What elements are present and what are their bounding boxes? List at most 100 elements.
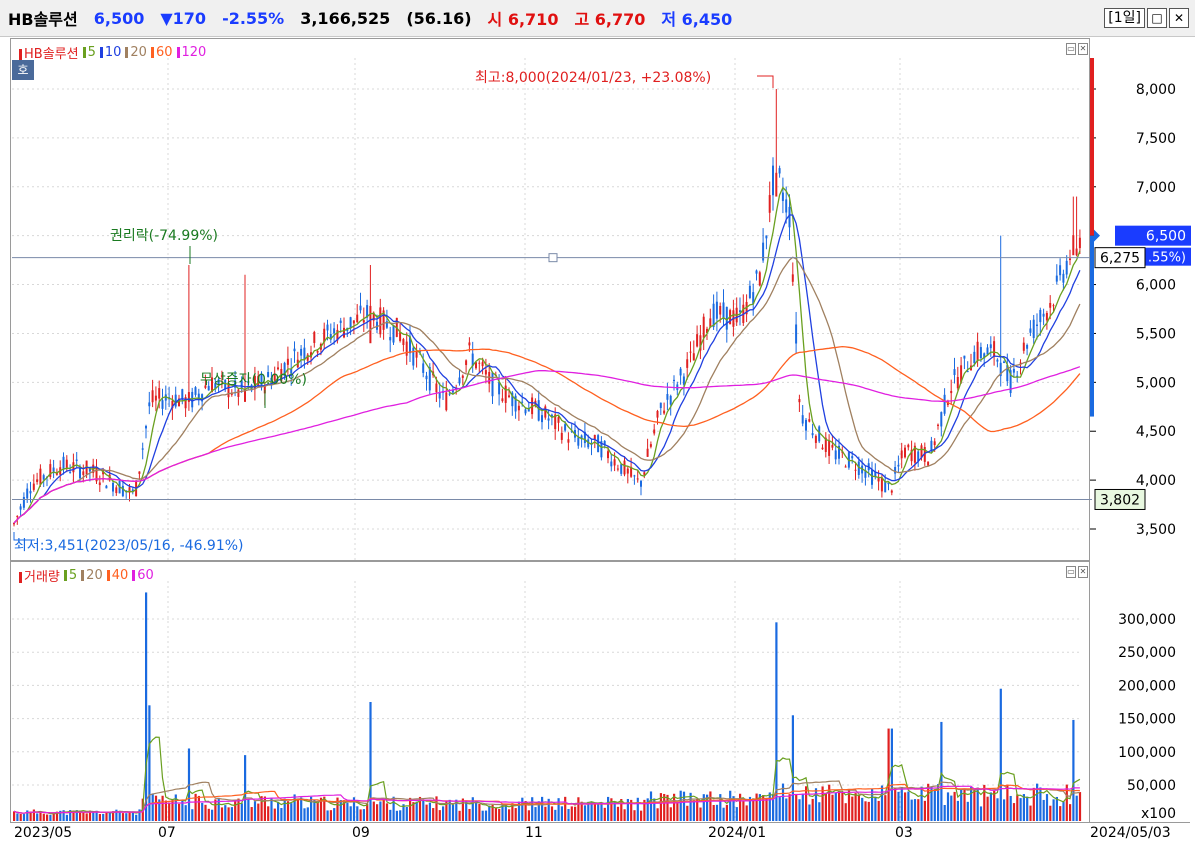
volume-bar [442, 806, 445, 821]
price-candle [145, 426, 147, 429]
volume-bar [871, 789, 874, 821]
price-candle [663, 410, 666, 414]
price-candle [844, 466, 847, 468]
price-candle [1012, 368, 1015, 373]
volume-bar [257, 803, 260, 821]
volume-bar [405, 806, 408, 821]
price-candle [673, 379, 675, 382]
price-candle [349, 317, 352, 329]
price-candle [191, 391, 194, 408]
volume-bar [956, 800, 959, 821]
price-candle [907, 444, 910, 448]
price-candle [692, 353, 695, 361]
price-candle [521, 401, 524, 403]
price-candle [640, 480, 642, 487]
volume-bar [1006, 784, 1009, 821]
price-tick-label: 3,500 [1136, 522, 1176, 538]
x-axis-label: 07 [158, 825, 176, 841]
price-candle [917, 451, 920, 461]
volume-bar [993, 790, 996, 821]
volume-bar [1016, 794, 1019, 821]
volume-bar [679, 790, 682, 821]
volume-bar [125, 813, 128, 821]
volume-tick-label: 100,000 [1118, 745, 1176, 761]
price-candle [649, 444, 652, 447]
price-candle [577, 437, 580, 446]
price-candle [943, 394, 946, 414]
volume-bar [1032, 787, 1035, 821]
price-candle [834, 450, 837, 460]
volume-bar [508, 809, 511, 821]
price-candle [775, 172, 778, 197]
volume-tick-label: 250,000 [1118, 645, 1176, 661]
current-price-marker-icon [1094, 229, 1100, 242]
volume-bar [220, 807, 224, 821]
volume-bar [669, 807, 672, 821]
price-candle [785, 199, 788, 213]
volume-bar [39, 812, 42, 821]
volume-bar [85, 813, 88, 821]
volume-bar [808, 804, 811, 821]
price-candle [1075, 248, 1078, 256]
price-candle [989, 344, 992, 349]
price-candle [702, 316, 705, 338]
volume-bar [267, 806, 270, 821]
price-candle [1036, 324, 1038, 326]
volume-bar [593, 802, 596, 821]
price-candle [1078, 237, 1081, 249]
volume-bar [356, 806, 359, 821]
price-candle [504, 385, 507, 403]
volume-bar [154, 795, 158, 821]
volume-bar [583, 805, 587, 821]
price-candle [1055, 275, 1058, 282]
volume-bar [128, 812, 131, 821]
price-candle [937, 424, 939, 426]
low-line-label: 3,802 [1100, 492, 1140, 508]
volume-bar [121, 813, 125, 821]
volume-bar [633, 810, 636, 821]
volume-bar [923, 800, 926, 821]
price-candle [42, 475, 45, 480]
volume-bar [623, 809, 626, 821]
volume-bar [897, 791, 900, 821]
price-candle [412, 347, 415, 366]
volume-bar [570, 806, 573, 821]
volume-bar [904, 792, 907, 821]
volume-bar [184, 805, 187, 821]
volume-bar [425, 804, 428, 821]
price-candle [541, 415, 543, 423]
x-axis-label: 2023/05 [14, 825, 73, 841]
price-candle [696, 334, 699, 347]
price-candle [181, 389, 184, 400]
volume-bar [145, 592, 148, 821]
price-candle [781, 192, 784, 202]
volume-bar [946, 792, 950, 821]
price-candle [798, 399, 801, 403]
price-candle [65, 459, 68, 468]
price-candle [461, 375, 464, 378]
volume-bar [950, 795, 953, 821]
price-candle [1003, 361, 1005, 363]
volume-bar [92, 811, 95, 821]
volume-bar [696, 799, 699, 821]
volume-bar [468, 808, 471, 821]
volume-bar [798, 799, 801, 821]
volume-bar [788, 794, 791, 821]
volume-bar [521, 797, 524, 821]
volume-bar [240, 803, 243, 821]
price-candle [161, 400, 164, 409]
x-axis-label: 03 [895, 825, 913, 841]
volume-tick-label: 150,000 [1118, 712, 1176, 728]
price-candle [362, 320, 365, 323]
volume-bar [201, 802, 204, 821]
price-candle [547, 418, 550, 421]
price-candle [616, 468, 619, 470]
volume-bar [293, 794, 296, 821]
price-candle [666, 394, 669, 400]
volume-bar [1069, 804, 1072, 821]
volume-bar [389, 809, 392, 821]
volume-bar [831, 794, 834, 821]
price-candle [422, 363, 425, 373]
volume-bar [498, 809, 501, 821]
price-candle [26, 488, 29, 499]
